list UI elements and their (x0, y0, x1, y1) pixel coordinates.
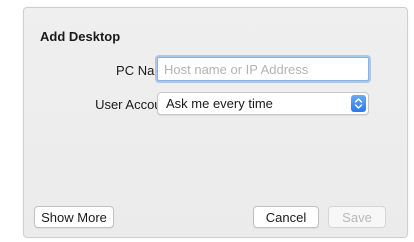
dialog-title: Add Desktop (40, 29, 121, 44)
select-arrows-icon (351, 95, 366, 112)
save-button[interactable]: Save (328, 206, 386, 228)
pc-name-input[interactable] (157, 57, 369, 81)
cancel-button[interactable]: Cancel (253, 206, 319, 228)
show-more-button[interactable]: Show More (34, 206, 114, 228)
page: Add Desktop PC Name: User Account: Ask m… (0, 0, 414, 242)
user-account-select[interactable]: Ask me every time (157, 92, 369, 115)
user-account-selected-value: Ask me every time (166, 96, 273, 111)
add-desktop-dialog: Add Desktop PC Name: User Account: Ask m… (23, 7, 408, 238)
